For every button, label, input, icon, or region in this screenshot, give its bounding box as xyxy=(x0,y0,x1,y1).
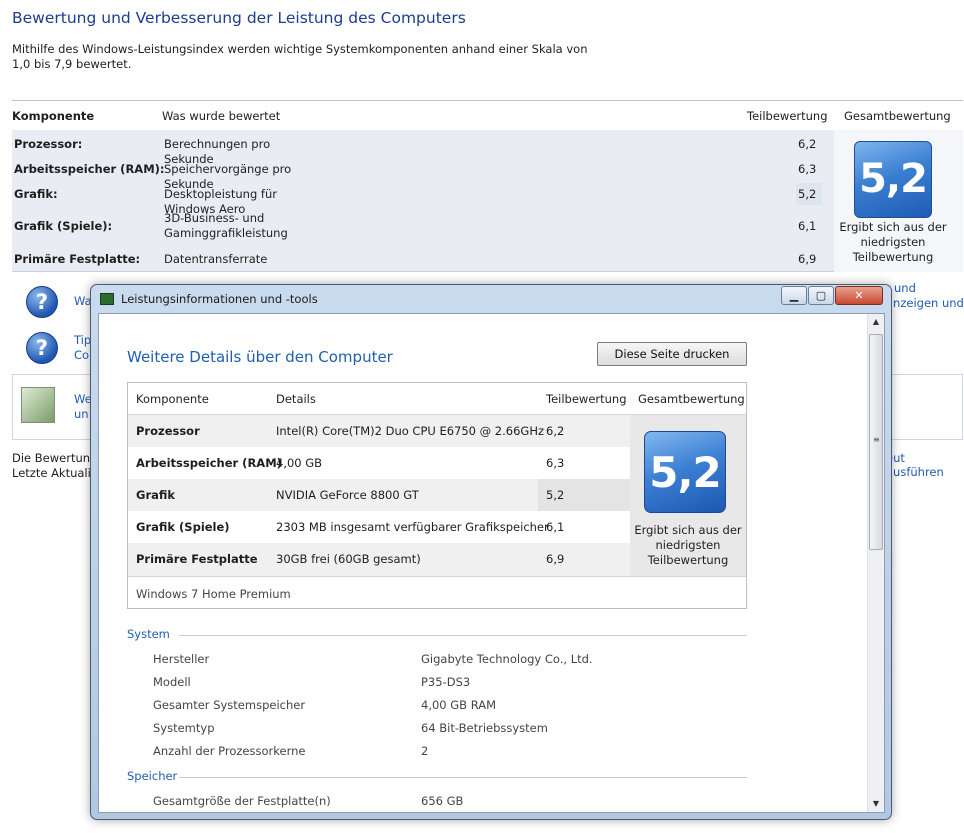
component-score: 6,9 xyxy=(798,252,817,266)
table-row: Grafik (Spiele) 2303 MB insgesamt verfüg… xyxy=(128,511,630,543)
section-divider xyxy=(179,777,747,778)
component-score: 6,1 xyxy=(546,520,565,534)
base-score-badge: 5,2 xyxy=(854,141,932,218)
component-name: Primäre Festplatte: xyxy=(14,252,141,266)
section-storage: Speicher xyxy=(127,769,178,783)
storage-value-total: 656 GB xyxy=(421,794,464,808)
component-details: NVIDIA GeForce 8800 GT xyxy=(276,488,419,502)
score-table: Prozessor: Berechnungen pro Sekunde 6,2 … xyxy=(12,130,963,272)
minimize-button[interactable]: ▁ xyxy=(781,286,807,305)
dialog-content: Weitere Details über den Computer Diese … xyxy=(98,313,885,813)
col-header-basescore: Gesamtbewertung xyxy=(638,392,745,406)
col-header-component: Komponente xyxy=(12,109,95,123)
system-key-memory: Gesamter Systemspeicher xyxy=(153,698,306,712)
base-score-value: 5,2 xyxy=(649,448,721,497)
system-key-model: Modell xyxy=(153,675,191,689)
os-edition: Windows 7 Home Premium xyxy=(136,587,291,601)
component-score: 5,2 xyxy=(798,187,817,201)
maximize-button[interactable]: ▢ xyxy=(808,286,834,305)
page-title: Bewertung und Verbesserung der Leistung … xyxy=(12,9,466,27)
tips-link-line2[interactable]: Co xyxy=(74,348,89,362)
col-header-details: Details xyxy=(276,392,316,406)
base-score-badge: 5,2 xyxy=(644,431,726,513)
system-value-type: 64 Bit-Betriebssystem xyxy=(421,721,548,735)
component-score: 5,2 xyxy=(546,488,565,502)
right-link-1[interactable]: und xyxy=(894,281,916,295)
rerun-assessment-link[interactable]: eut ausführen xyxy=(886,451,964,479)
help-icon[interactable]: ? xyxy=(26,286,58,318)
component-name: Primäre Festplatte xyxy=(136,552,258,566)
system-value-model: P35-DS3 xyxy=(421,675,471,689)
component-name: Prozessor: xyxy=(14,137,83,151)
tips-link[interactable]: Tip xyxy=(74,333,91,347)
close-button[interactable]: ✕ xyxy=(835,286,883,305)
component-name: Grafik (Spiele): xyxy=(14,219,113,233)
component-details: 30GB frei (60GB gesamt) xyxy=(276,552,421,566)
component-score: 6,1 xyxy=(798,219,817,233)
system-key-manufacturer: Hersteller xyxy=(153,652,210,666)
performance-info-dialog: Leistungsinformationen und -tools ▁ ▢ ✕ … xyxy=(90,284,892,820)
component-name: Prozessor xyxy=(136,424,200,438)
intro-text: Mithilfe des Windows-Leistungsindex werd… xyxy=(12,42,588,71)
system-value-cores: 2 xyxy=(421,744,429,758)
scroll-thumb[interactable]: ≡ xyxy=(869,334,883,550)
performance-tools-icon xyxy=(21,387,55,423)
component-score: 6,3 xyxy=(546,456,565,470)
component-name: Arbeitsspeicher (RAM) xyxy=(136,456,282,470)
component-name: Grafik: xyxy=(14,187,58,201)
col-header-basescore: Gesamtbewertung xyxy=(844,109,951,123)
details-heading: Weitere Details über den Computer xyxy=(127,348,393,366)
table-row: Prozessor Intel(R) Core(TM)2 Duo CPU E67… xyxy=(128,415,630,447)
dialog-title: Leistungsinformationen und -tools xyxy=(121,292,318,306)
col-header-component: Komponente xyxy=(136,392,209,406)
footer-line-1: Die Bewertung xyxy=(12,451,98,465)
footer-line-2: Letzte Aktualisi xyxy=(12,466,101,480)
help-icon[interactable]: ? xyxy=(26,332,58,364)
section-system: System xyxy=(127,627,170,641)
window-icon xyxy=(100,293,114,305)
details-link-line2[interactable]: un xyxy=(74,407,89,421)
right-link-2[interactable]: anzeigen und xyxy=(886,296,964,310)
storage-key-total: Gesamtgröße der Festplatte(n) xyxy=(153,794,331,808)
details-table: Komponente Details Teilbewertung Gesamtb… xyxy=(127,382,747,609)
table-header: Komponente Details Teilbewertung Gesamtb… xyxy=(128,383,746,415)
table-row: Grafik NVIDIA GeForce 8800 GT 5,2 xyxy=(128,479,630,511)
col-header-subscore: Teilbewertung xyxy=(546,392,627,406)
table-row: Primäre Festplatte 30GB frei (60GB gesam… xyxy=(128,543,630,576)
component-details: 2303 MB insgesamt verfügbarer Grafikspei… xyxy=(276,520,549,534)
component-name: Grafik (Spiele) xyxy=(136,520,230,534)
base-score-caption: Ergibt sich aus der niedrigsten Teilbewe… xyxy=(634,523,742,567)
col-header-subscore: Teilbewertung xyxy=(747,109,828,123)
col-header-rated: Was wurde bewertet xyxy=(162,109,281,123)
vertical-scrollbar[interactable]: ▲ ≡ ▼ xyxy=(867,314,884,812)
footer-text: Die Bewertung Letzte Aktualisi xyxy=(12,451,100,481)
system-value-manufacturer: Gigabyte Technology Co., Ltd. xyxy=(421,652,593,666)
component-score: 6,2 xyxy=(546,424,565,438)
component-name: Grafik xyxy=(136,488,176,502)
base-score-caption: Ergibt sich aus der niedrigsten Teilbewe… xyxy=(839,220,947,264)
base-score-value: 5,2 xyxy=(859,156,928,202)
table-row: Arbeitsspeicher (RAM) 4,00 GB 6,3 xyxy=(128,447,630,479)
component-score: 6,2 xyxy=(798,137,817,151)
component-score: 6,9 xyxy=(546,552,565,566)
system-value-memory: 4,00 GB RAM xyxy=(421,698,497,712)
component-name: Arbeitsspeicher (RAM): xyxy=(14,162,165,176)
header-divider xyxy=(12,100,963,101)
component-rated: 3D-Business- und Gaminggrafikleistung xyxy=(164,211,288,240)
component-score: 6,3 xyxy=(798,162,817,176)
system-key-cores: Anzahl der Prozessorkerne xyxy=(153,744,306,758)
component-rated: Datentransferrate xyxy=(164,252,268,266)
system-key-type: Systemtyp xyxy=(153,721,215,735)
section-divider xyxy=(179,635,747,636)
component-details: Intel(R) Core(TM)2 Duo CPU E6750 @ 2.66G… xyxy=(276,424,545,438)
scroll-up-arrow[interactable]: ▲ xyxy=(868,314,884,330)
scroll-down-arrow[interactable]: ▼ xyxy=(868,796,884,812)
component-details: 4,00 GB xyxy=(276,456,323,470)
os-divider xyxy=(128,576,746,577)
print-page-button[interactable]: Diese Seite drucken xyxy=(597,342,747,366)
